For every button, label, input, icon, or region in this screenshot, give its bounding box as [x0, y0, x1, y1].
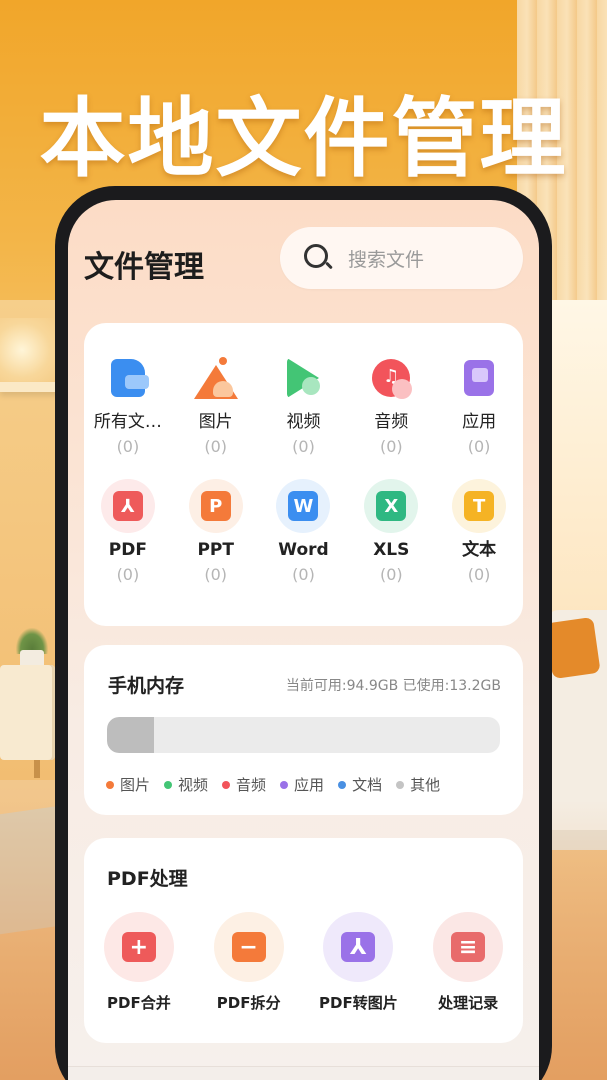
storage-card[interactable]: 手机内存 当前可用:94.9GB 已使用:13.2GB 图片 视频 音频 应用 …	[84, 645, 523, 815]
filetype-label: Word	[278, 540, 329, 560]
storage-title: 手机内存	[108, 675, 185, 697]
category-count: (0)	[204, 437, 228, 456]
background-pillow	[545, 616, 601, 680]
filetype-count: (0)	[116, 565, 140, 584]
category-count: (0)	[292, 437, 315, 456]
pdf-icon: ⅄	[100, 479, 155, 533]
category-label: 视频	[286, 412, 321, 432]
pdf-tool-label: PDF拆分	[216, 994, 281, 1012]
pdf-merge-button[interactable]: + PDF合并	[84, 912, 194, 1013]
xls-icon: X	[364, 479, 419, 533]
category-count: (0)	[116, 437, 140, 456]
search-bar[interactable]: 搜索文件	[280, 227, 523, 289]
filetype-count: (0)	[204, 565, 228, 584]
category-count: (0)	[379, 437, 403, 456]
filetype-count: (0)	[467, 565, 491, 584]
search-icon	[304, 244, 333, 272]
storage-info: 当前可用:94.9GB 已使用:13.2GB	[285, 678, 501, 694]
legend-item-audio: 音频	[222, 774, 266, 795]
pdf-split-button[interactable]: − PDF拆分	[194, 912, 304, 1013]
all-files-icon	[101, 351, 155, 405]
app-screen: 文件管理 搜索文件 所有文… (0) 图片 (0) 视频 (0) ♫ 音频 (0…	[68, 200, 539, 1080]
background-cabinet	[0, 665, 55, 760]
category-audio[interactable]: ♫ 音频 (0)	[347, 351, 435, 457]
image-icon	[189, 351, 243, 405]
filetype-label: 文本	[462, 540, 497, 560]
filetype-label: XLS	[373, 540, 410, 560]
storage-legend: 图片 视频 音频 应用 文档 其他	[106, 774, 440, 795]
background-lamp	[0, 318, 55, 382]
filetype-word[interactable]: W Word (0)	[260, 479, 348, 585]
filetype-label: PDF	[108, 540, 147, 560]
hero-title: 本地文件管理	[39, 89, 568, 189]
background-cabinet-leg	[34, 760, 40, 778]
legend-item-documents: 文档	[338, 774, 382, 795]
category-label: 应用	[462, 412, 497, 432]
filetype-pdf[interactable]: ⅄ PDF (0)	[84, 479, 172, 585]
app-icon	[452, 351, 506, 405]
filetype-text[interactable]: T 文本 (0)	[435, 479, 523, 585]
ppt-icon: P	[188, 479, 243, 533]
pdf-to-image-icon: ⅄	[323, 912, 394, 982]
background-shelf	[0, 382, 60, 392]
category-grid: 所有文… (0) 图片 (0) 视频 (0) ♫ 音频 (0) 应用 (0) ⅄…	[84, 351, 523, 585]
background-window	[547, 300, 607, 620]
category-images[interactable]: 图片 (0)	[172, 351, 260, 457]
pdf-tool-label: PDF转图片	[319, 994, 398, 1012]
storage-bar	[107, 717, 500, 753]
filetype-count: (0)	[292, 565, 315, 584]
category-apps[interactable]: 应用 (0)	[435, 351, 523, 457]
category-videos[interactable]: 视频 (0)	[260, 351, 348, 457]
filetype-ppt[interactable]: P PPT (0)	[172, 479, 260, 585]
page-title: 文件管理	[84, 250, 204, 285]
pdf-section-title: PDF处理	[107, 868, 188, 890]
word-icon: W	[276, 479, 331, 533]
history-icon: ≡	[433, 912, 504, 982]
storage-bar-fill	[107, 717, 155, 753]
category-count: (0)	[467, 437, 491, 456]
legend-item-apps: 应用	[280, 774, 324, 795]
category-label: 图片	[198, 412, 233, 432]
filetype-count: (0)	[379, 565, 403, 584]
video-icon	[276, 351, 330, 405]
category-card: 所有文… (0) 图片 (0) 视频 (0) ♫ 音频 (0) 应用 (0) ⅄…	[84, 323, 523, 626]
search-placeholder: 搜索文件	[348, 248, 425, 271]
legend-item-images: 图片	[106, 774, 150, 795]
pdf-card: PDF处理 + PDF合并 − PDF拆分 ⅄ PDF转图片 ≡ 处理记录	[84, 838, 523, 1043]
audio-icon: ♫	[364, 351, 418, 405]
filetype-xls[interactable]: X XLS (0)	[347, 479, 435, 585]
pdf-tool-label: PDF合并	[107, 994, 171, 1012]
category-label: 所有文…	[93, 412, 162, 432]
text-icon: T	[452, 479, 507, 533]
history-button[interactable]: ≡ 处理记录	[413, 912, 523, 1013]
bottom-nav-edge	[68, 1066, 539, 1080]
pdf-tools: + PDF合并 − PDF拆分 ⅄ PDF转图片 ≡ 处理记录	[84, 912, 523, 1013]
legend-item-videos: 视频	[164, 774, 208, 795]
pdf-to-image-button[interactable]: ⅄ PDF转图片	[304, 912, 414, 1013]
category-label: 音频	[374, 412, 409, 432]
legend-item-other: 其他	[396, 774, 440, 795]
pdf-tool-label: 处理记录	[438, 994, 499, 1012]
category-all-files[interactable]: 所有文… (0)	[84, 351, 172, 457]
filetype-label: PPT	[197, 540, 234, 560]
pdf-split-icon: −	[213, 912, 284, 982]
pdf-merge-icon: +	[103, 912, 174, 982]
